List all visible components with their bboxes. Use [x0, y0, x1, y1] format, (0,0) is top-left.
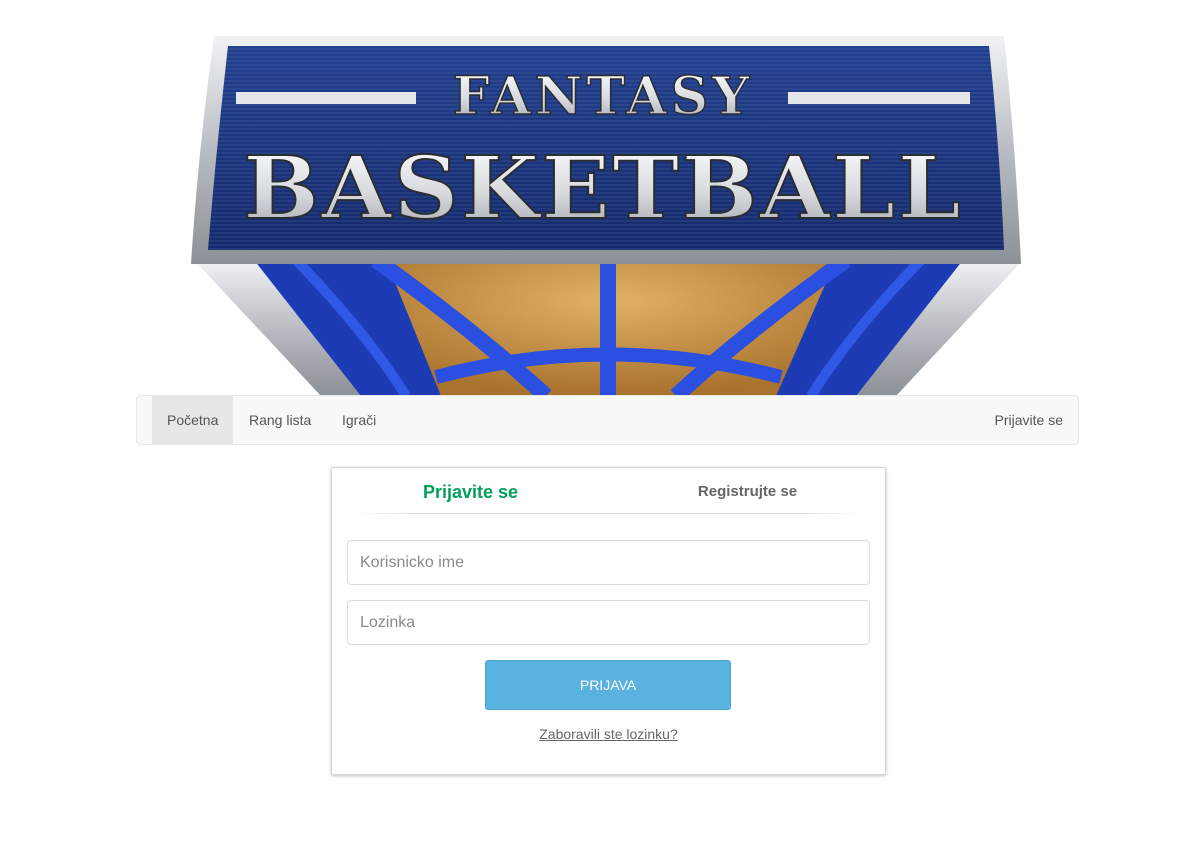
nav-login-link[interactable]: Prijavite se: [980, 396, 1078, 444]
banner-line1: FANTASY: [453, 66, 754, 127]
tab-register[interactable]: Registrujte se: [609, 480, 886, 504]
nav-rank-list-link[interactable]: Rang lista: [234, 396, 326, 444]
login-panel: Prijavite se Registrujte se PRIJAVA Zabo…: [331, 467, 886, 775]
tab-login[interactable]: Prijavite se: [332, 480, 609, 504]
login-submit-button[interactable]: PRIJAVA: [485, 660, 731, 710]
main-navbar: Početna Rang lista Igrači Prijavite se: [136, 395, 1079, 445]
panel-divider: [352, 513, 865, 514]
username-field[interactable]: [347, 540, 870, 585]
nav-players-link[interactable]: Igrači: [327, 396, 391, 444]
banner-line2: BASKETBALL: [243, 138, 963, 239]
fantasy-basketball-logo: FANTASY BASKETBALL: [136, 32, 1081, 396]
forgot-password-link[interactable]: Zaboravili ste lozinku?: [332, 726, 885, 742]
password-field[interactable]: [347, 600, 870, 645]
nav-home-link[interactable]: Početna: [152, 396, 234, 444]
